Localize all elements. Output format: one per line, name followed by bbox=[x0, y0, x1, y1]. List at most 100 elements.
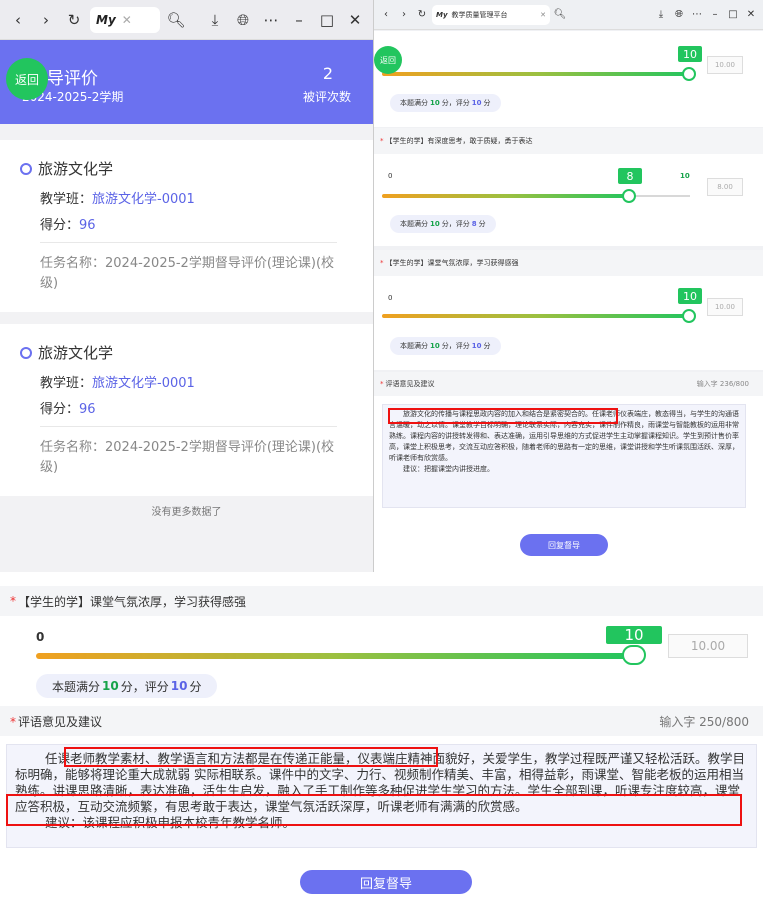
highlight-box bbox=[388, 408, 618, 424]
download-icon[interactable]: ⤓ bbox=[203, 8, 227, 32]
class-value: 旅游文化学-0001 bbox=[92, 376, 195, 391]
required-mark: * bbox=[10, 714, 16, 729]
close-window-icon[interactable]: ✕ bbox=[743, 7, 759, 23]
score-slider-track[interactable] bbox=[36, 653, 634, 659]
download-icon[interactable]: ⤓ bbox=[653, 7, 669, 23]
slider-max: 10 bbox=[680, 172, 690, 180]
score-summary: 本题满分 10 分，评分 10 分 bbox=[390, 337, 501, 355]
class-label: 教学班： bbox=[40, 376, 93, 391]
comment-header: * 评语意见及建议 输入字 250/800 bbox=[0, 706, 763, 736]
score-unit: 分 bbox=[189, 679, 202, 694]
class-row: 教学班：旅游文化学-0001 bbox=[40, 188, 195, 207]
slider-min: 0 bbox=[36, 630, 45, 644]
divider bbox=[40, 242, 337, 243]
back-arrow-icon[interactable]: ‹ bbox=[6, 8, 30, 32]
score-input[interactable]: 10.00 bbox=[707, 298, 743, 316]
task-name: 任务名称：2024-2025-2学期督导评价(理论课)(校级) bbox=[40, 440, 335, 475]
full-score: 10 bbox=[430, 220, 440, 228]
question-label: 【学生的学】课堂气氛浓厚，学习获得感强 bbox=[18, 594, 247, 609]
circle-icon bbox=[20, 346, 32, 359]
full-score-prefix: 本题满分 bbox=[400, 220, 428, 228]
tab-title: 教学质量管理平台 bbox=[451, 10, 508, 19]
close-window-icon[interactable]: ✕ bbox=[343, 8, 367, 32]
slider-handle[interactable] bbox=[622, 645, 646, 665]
maximize-icon[interactable]: □ bbox=[315, 8, 339, 32]
score-slider-track[interactable] bbox=[382, 194, 632, 198]
char-counter: 输入字 250/800 bbox=[659, 714, 749, 729]
globe-icon[interactable]: 🌐︎ bbox=[231, 8, 255, 32]
slider-value-bubble: 10 bbox=[678, 46, 702, 62]
score-summary: 本题满分 10 分，评分 10 分 bbox=[390, 94, 501, 112]
reply-supervisor-button[interactable]: 回复督导 bbox=[300, 870, 472, 894]
maximize-icon[interactable]: □ bbox=[725, 7, 741, 23]
score-slider-track[interactable] bbox=[382, 314, 692, 318]
no-more-data: 没有更多数据了 bbox=[151, 507, 222, 518]
close-tab-icon[interactable]: ✕ bbox=[122, 13, 132, 27]
score-unit: 分，评分 bbox=[120, 679, 169, 694]
score-slider-track[interactable] bbox=[382, 72, 692, 76]
score-value: 96 bbox=[79, 402, 96, 417]
required-mark: * bbox=[380, 137, 384, 145]
close-tab-icon[interactable]: ✕ bbox=[540, 11, 546, 19]
score-label: 得分： bbox=[40, 402, 80, 417]
minimize-icon[interactable]: – bbox=[287, 8, 311, 32]
zoomed-evaluation-detail: * 【学生的学】课堂气氛浓厚，学习获得感强 0 10 10.00 本题满分 10… bbox=[0, 572, 763, 905]
back-arrow-icon[interactable]: ‹ bbox=[378, 7, 394, 23]
desktop-evaluation-detail: ‹ › ↻ My 教学质量管理平台 ✕ 🔍︎ ⤓ 🌐︎ ⋯ – □ ✕ 10 1… bbox=[373, 0, 763, 572]
full-score-prefix: 本题满分 bbox=[52, 679, 101, 694]
score-unit: 分，评分 bbox=[441, 342, 470, 350]
question-block bbox=[374, 276, 763, 370]
more-icon[interactable]: ⋯ bbox=[259, 8, 283, 32]
search-icon[interactable]: 🔍︎ bbox=[164, 8, 188, 32]
score-input[interactable]: 10.00 bbox=[668, 634, 748, 658]
score-row: 得分：96 bbox=[40, 214, 96, 233]
forward-arrow-icon[interactable]: › bbox=[34, 8, 58, 32]
reply-supervisor-button[interactable]: 回复督导 bbox=[520, 534, 608, 556]
full-score-prefix: 本题满分 bbox=[400, 342, 428, 350]
score-summary: 本题满分 10 分，评分 10 分 bbox=[36, 674, 218, 698]
reload-icon[interactable]: ↻ bbox=[414, 7, 430, 23]
search-icon[interactable]: 🔍︎ bbox=[552, 7, 568, 23]
slider-value-bubble: 8 bbox=[618, 168, 642, 184]
slider-handle[interactable] bbox=[622, 189, 636, 203]
given-score: 10 bbox=[471, 99, 482, 107]
score-row: 得分：96 bbox=[40, 398, 96, 417]
score-value: 96 bbox=[79, 218, 96, 233]
evaluation-count: 2 bbox=[322, 64, 333, 83]
class-value: 旅游文化学-0001 bbox=[92, 192, 195, 207]
slider-value-bubble: 10 bbox=[678, 288, 702, 304]
evaluation-record-card[interactable]: 旅游文化学 教学班：旅游文化学-0001 得分：96 任务名称：2024-202… bbox=[0, 140, 373, 312]
course-name: 旅游文化学 bbox=[38, 160, 114, 178]
required-mark: * bbox=[10, 594, 16, 608]
minimize-icon[interactable]: – bbox=[707, 7, 723, 23]
full-score-prefix: 本题满分 bbox=[400, 99, 428, 107]
globe-icon[interactable]: 🌐︎ bbox=[671, 7, 687, 23]
slider-min: 0 bbox=[388, 172, 393, 180]
class-row: 教学班：旅游文化学-0001 bbox=[40, 372, 195, 391]
evaluation-count-label: 被评次数 bbox=[302, 90, 351, 104]
back-button[interactable]: 返回 bbox=[6, 58, 48, 100]
score-input[interactable]: 8.00 bbox=[707, 178, 743, 196]
given-score: 10 bbox=[471, 342, 482, 350]
site-logo: My bbox=[436, 10, 448, 19]
highlight-box bbox=[6, 794, 742, 826]
more-icon[interactable]: ⋯ bbox=[689, 7, 705, 23]
evaluation-record-card[interactable]: 旅游文化学 教学班：旅游文化学-0001 得分：96 任务名称：2024-202… bbox=[0, 324, 373, 496]
question-header: * 【学生的学】有深度思考，敢于质疑，勇于表达 bbox=[374, 128, 763, 154]
browser-tab[interactable]: My ✕ bbox=[90, 6, 160, 33]
desktop-browser-toolbar: ‹ › ↻ My 教学质量管理平台 ✕ 🔍︎ ⤓ 🌐︎ ⋯ – □ ✕ bbox=[374, 0, 763, 30]
score-input[interactable]: 10.00 bbox=[707, 56, 743, 74]
full-score: 10 bbox=[102, 679, 119, 693]
score-summary: 本题满分 10 分，评分 8 分 bbox=[390, 215, 496, 233]
forward-arrow-icon[interactable]: › bbox=[396, 7, 412, 23]
slider-value-bubble: 10 bbox=[606, 626, 662, 644]
question-label: 【学生的学】课堂气氛浓厚，学习获得感强 bbox=[385, 259, 519, 267]
browser-tab[interactable]: My 教学质量管理平台 ✕ bbox=[432, 4, 550, 25]
slider-handle[interactable] bbox=[682, 309, 696, 323]
slider-handle[interactable] bbox=[682, 67, 696, 81]
back-button[interactable]: 返回 bbox=[374, 46, 402, 74]
full-score: 10 bbox=[430, 342, 440, 350]
question-block bbox=[374, 31, 763, 127]
course-title: 旅游文化学 bbox=[20, 158, 113, 179]
reload-icon[interactable]: ↻ bbox=[62, 8, 86, 32]
